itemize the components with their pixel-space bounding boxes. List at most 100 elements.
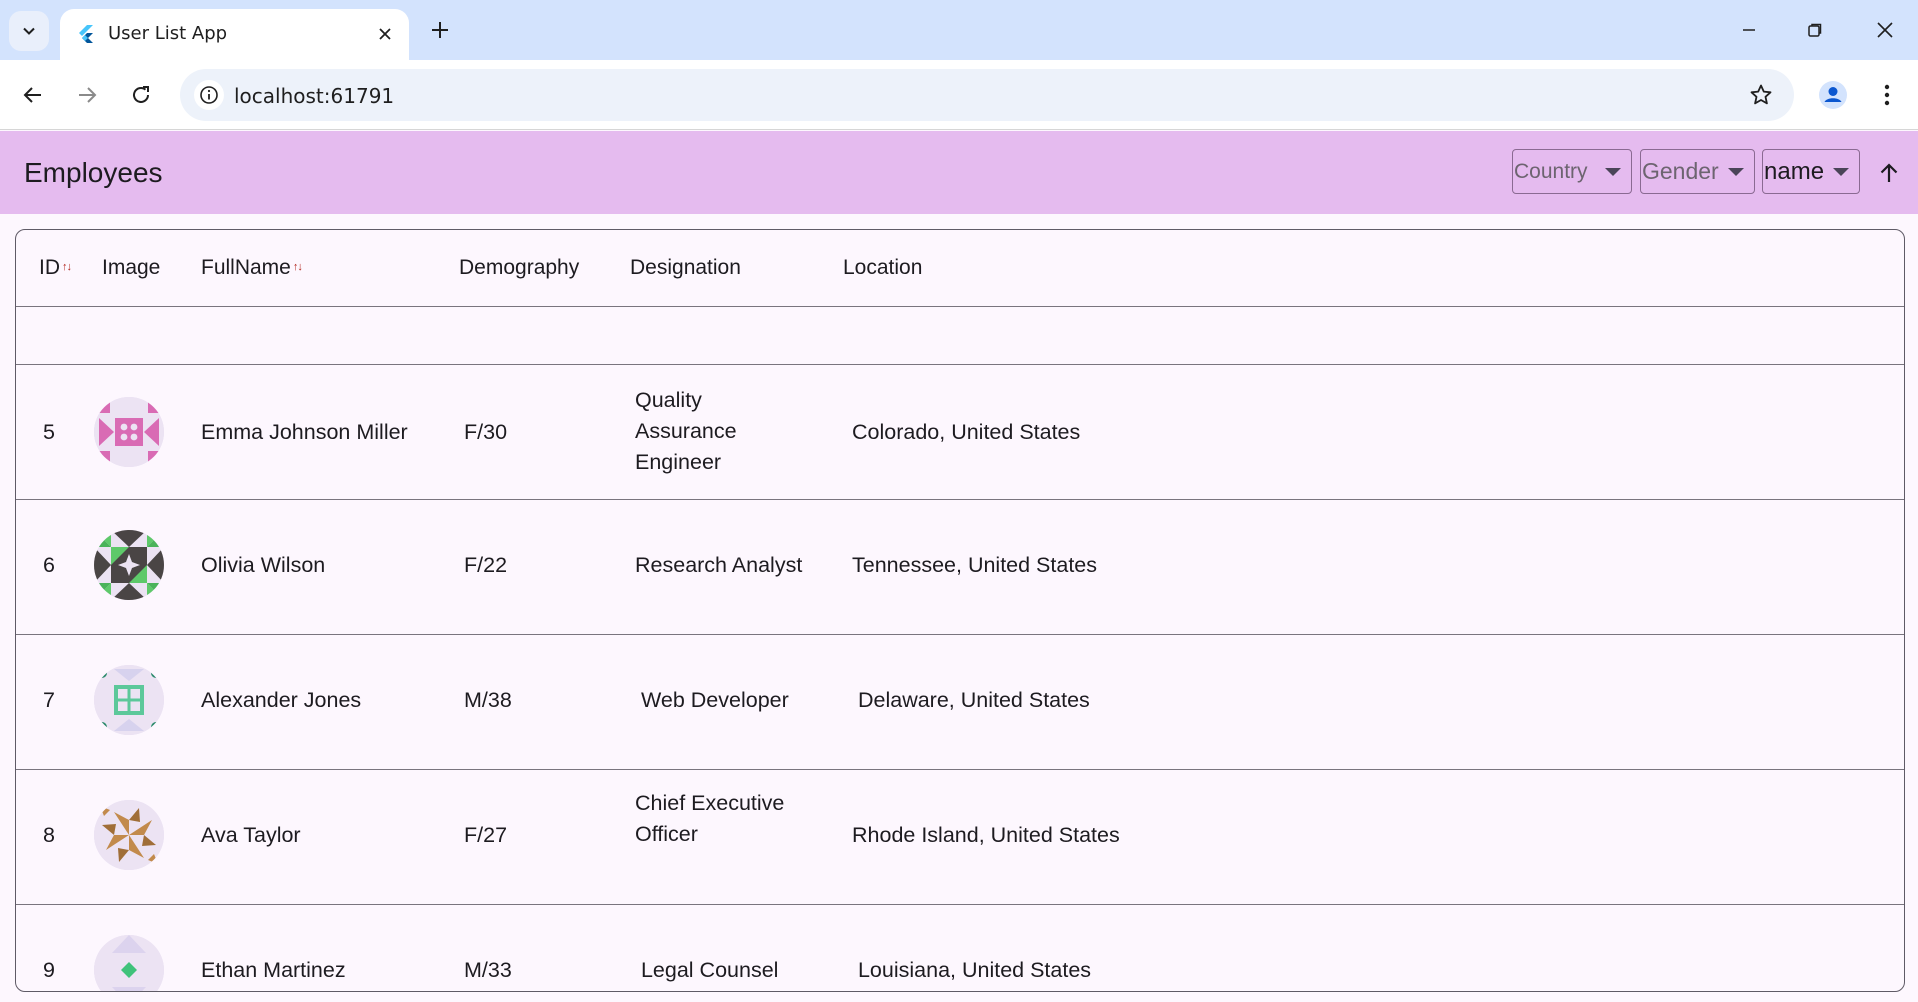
quilt-green-diamond-icon: [94, 935, 164, 991]
dropdown-caret-icon: [1728, 168, 1744, 176]
tab-close-button[interactable]: [373, 22, 397, 46]
more-vert-icon: [1884, 84, 1890, 106]
tab-search-button[interactable]: [9, 11, 49, 51]
country-filter-dropdown[interactable]: Country: [1512, 149, 1632, 194]
designation-line: Officer: [635, 822, 698, 846]
cell-designation: Legal Counsel: [635, 958, 779, 982]
employees-table: ID ↑↓ Image FullName ↑↓ Demography Designa…: [15, 229, 1905, 992]
dropdown-caret-icon: [1833, 168, 1849, 176]
table-header-row: ID ↑↓ Image FullName ↑↓ Demography Designa…: [16, 230, 1904, 307]
browser-tab-active[interactable]: User List App: [60, 9, 409, 60]
tab-title: User List App: [108, 23, 228, 44]
cell-id: 6: [43, 553, 55, 577]
designation-line: Chief Executive: [635, 791, 785, 815]
cell-fullname: Ava Taylor: [201, 823, 301, 847]
cell-location: Tennessee, United States: [852, 553, 1098, 577]
cell-designation: Research Analyst: [635, 553, 803, 577]
address-bar[interactable]: localhost:61791: [180, 69, 1794, 121]
cell-fullname: Emma Johnson Miller: [201, 420, 408, 444]
cell-fullname: Ethan Martinez: [201, 958, 346, 982]
table-row[interactable]: 8 Ava Taylor F/27 Chief Executive Office…: [16, 770, 1904, 905]
cell-demography: M/38: [464, 688, 512, 712]
new-tab-button[interactable]: [424, 14, 456, 46]
cell-demography: F/30: [464, 420, 508, 444]
sort-field-dropdown[interactable]: name: [1762, 149, 1860, 194]
close-window-button[interactable]: [1863, 10, 1907, 50]
gender-filter-dropdown[interactable]: Gender: [1640, 149, 1755, 194]
avatar-icon: [1819, 81, 1847, 109]
cell-designation: Quality Assurance Engineer: [635, 385, 737, 478]
column-header-image: Image: [102, 256, 161, 279]
cell-fullname: Olivia Wilson: [201, 553, 326, 577]
column-header-fullname[interactable]: FullName ↑↓: [201, 256, 303, 280]
close-icon: [379, 28, 391, 40]
chevron-down-icon: [23, 27, 35, 35]
cell-demography: F/27: [464, 823, 508, 847]
cell-demography: M/33: [464, 958, 512, 982]
browser-toolbar: localhost:61791: [0, 60, 1918, 130]
minimize-icon: [1743, 29, 1755, 31]
sort-direction-button[interactable]: [1874, 158, 1904, 188]
cell-id: 9: [43, 958, 55, 982]
bookmark-button[interactable]: [1746, 80, 1776, 110]
url-text[interactable]: localhost:61791: [234, 84, 394, 108]
info-icon: [200, 86, 218, 104]
avatar: [94, 935, 164, 991]
flutter-logo-icon: [79, 25, 93, 43]
restore-icon: [1808, 23, 1822, 37]
column-header-fullname-label: FullName: [201, 256, 291, 279]
column-header-demography: Demography: [459, 256, 580, 279]
browser-menu-button[interactable]: [1869, 75, 1905, 115]
close-icon: [1877, 22, 1893, 38]
cell-location: Delaware, United States: [852, 688, 1090, 712]
back-button[interactable]: [13, 75, 53, 115]
quilt-green-window-icon: [94, 665, 164, 735]
country-filter-label: Country: [1514, 159, 1588, 183]
app-bar: Employees Country Gender name: [0, 131, 1918, 214]
arrow-left-icon: [23, 87, 41, 103]
minimize-button[interactable]: [1727, 10, 1771, 50]
table-row[interactable]: 7 Alexander Jones M/38 Web Developer Del…: [16, 635, 1904, 770]
cell-designation: Chief Executive Officer: [635, 788, 784, 850]
avatar: [94, 800, 164, 870]
sort-down-icon: ↓: [297, 261, 302, 273]
reload-button[interactable]: [121, 75, 161, 115]
site-info-button[interactable]: [194, 80, 224, 110]
cell-location: Rhode Island, United States: [852, 823, 1120, 847]
cell-location: Colorado, United States: [852, 420, 1081, 444]
designation-line: Assurance: [635, 419, 737, 443]
sort-down-icon: ↓: [66, 261, 72, 273]
cell-id: 7: [43, 688, 55, 712]
dropdown-caret-icon: [1605, 168, 1621, 176]
table-row[interactable]: 5 Emma Johnson Miller F/30 Quality Assur…: [16, 365, 1904, 500]
table-row[interactable]: 9 Ethan Martinez M/33 Legal Counsel Loui…: [16, 905, 1904, 991]
sort-toggle-fullname[interactable]: ↑↓: [293, 261, 303, 273]
page-title: Employees: [24, 157, 163, 188]
cell-location: Louisiana, United States: [852, 958, 1092, 982]
quilt-green-dark-icon: [94, 530, 164, 600]
quilt-tan-pinwheel-icon: [94, 800, 164, 870]
designation-line: Quality: [635, 388, 702, 412]
cell-id: 5: [43, 420, 55, 444]
avatar: [94, 665, 164, 735]
cell-id: 8: [43, 823, 55, 847]
quilt-pink-icon: [94, 397, 164, 467]
gender-filter-label: Gender: [1642, 158, 1719, 184]
restore-button[interactable]: [1793, 10, 1837, 50]
plus-icon: [432, 22, 448, 38]
table-row[interactable]: 6 Olivia Wilson F/22 Research Analyst Te…: [16, 500, 1904, 635]
designation-line: Engineer: [635, 450, 722, 474]
column-header-location: Location: [843, 256, 923, 279]
profile-button[interactable]: [1813, 75, 1853, 115]
column-header-designation: Designation: [630, 256, 741, 279]
forward-button[interactable]: [67, 75, 107, 115]
column-header-id-label: ID: [39, 256, 60, 279]
avatar: [94, 397, 164, 467]
star-icon: [1750, 84, 1772, 105]
reload-icon: [133, 86, 149, 103]
sort-toggle-id[interactable]: ↑↓: [62, 261, 72, 273]
empty-table-row: [16, 307, 1904, 365]
cell-fullname: Alexander Jones: [201, 688, 362, 712]
column-header-id[interactable]: ID ↑↓: [39, 256, 72, 280]
arrow-right-icon: [79, 87, 97, 103]
